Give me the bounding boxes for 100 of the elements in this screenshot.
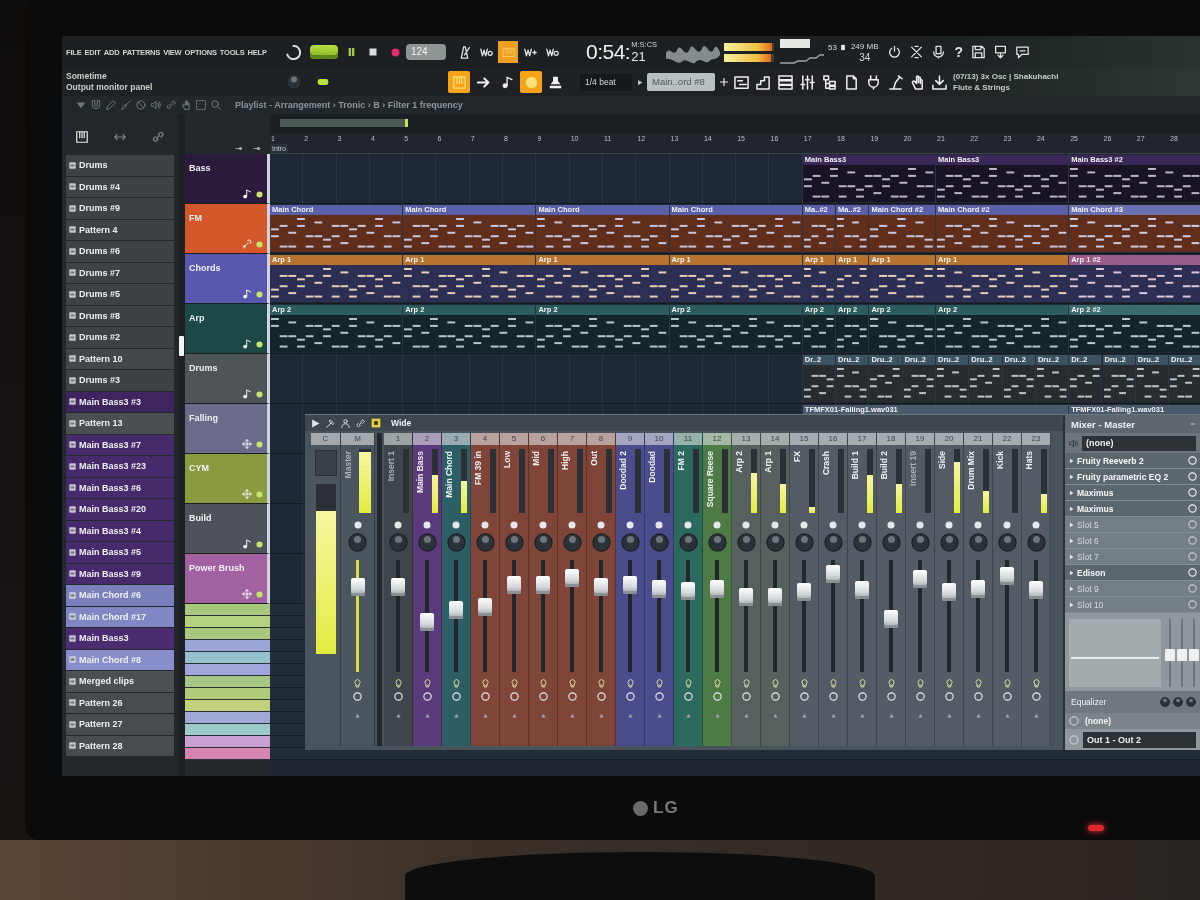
fader-thumb[interactable] <box>913 570 927 589</box>
pattern-item[interactable]: Merged clips <box>66 671 174 692</box>
pattern-item[interactable]: Pattern 26 <box>66 692 174 713</box>
pattern-item[interactable]: Main Bass3 #4 <box>66 520 174 541</box>
led-icon[interactable] <box>539 521 547 529</box>
triangle-up-icon[interactable] <box>626 713 634 718</box>
fader-thumb[interactable] <box>623 575 637 594</box>
hand-icon[interactable] <box>910 74 925 90</box>
bulb-icon[interactable] <box>915 678 925 688</box>
bulb-icon[interactable] <box>857 678 867 688</box>
pattern-item[interactable]: Pattern 10 <box>66 348 174 369</box>
triangle-up-icon[interactable] <box>568 713 576 718</box>
knob-icon[interactable] <box>736 533 756 552</box>
circle-slash-icon[interactable] <box>136 100 146 110</box>
pattern-item[interactable]: Main Bass3 #6 <box>66 477 174 498</box>
triangle-up-icon[interactable] <box>1032 713 1040 718</box>
led-icon[interactable] <box>256 340 263 348</box>
pattern-item[interactable]: Drums <box>66 155 174 176</box>
insert-number[interactable]: 6 <box>529 433 557 445</box>
track-header[interactable]: Drums <box>185 354 270 404</box>
pattern-item[interactable]: Drums #8 <box>66 305 174 326</box>
triangle-up-icon[interactable] <box>945 713 953 718</box>
knob-icon[interactable] <box>1160 697 1170 707</box>
fader-thumb[interactable] <box>391 577 405 596</box>
track-header[interactable]: FM <box>185 204 270 254</box>
pattern-item[interactable]: Main Bass3 #7 <box>66 434 174 455</box>
bulb-icon[interactable] <box>1031 678 1041 688</box>
knob-icon[interactable] <box>1186 697 1196 707</box>
arc-icon[interactable] <box>286 44 301 60</box>
stop-icon[interactable] <box>369 48 377 56</box>
toolbar-toggle[interactable] <box>520 71 542 93</box>
insert-number[interactable]: 16 <box>819 433 847 445</box>
bulb-icon[interactable] <box>770 678 780 688</box>
bulb-icon[interactable] <box>712 678 722 688</box>
led-icon[interactable] <box>771 521 779 529</box>
snap-field[interactable]: 1/4 beat <box>580 73 632 91</box>
triangle-up-icon[interactable] <box>800 713 808 718</box>
pattern-item[interactable]: Pattern 13 <box>66 413 174 434</box>
led-icon[interactable] <box>256 540 263 548</box>
effect-slot[interactable]: Maximus <box>1065 485 1200 501</box>
toolbar-toggle[interactable] <box>448 71 470 93</box>
playlist-icon[interactable] <box>734 74 749 90</box>
fader-thumb[interactable] <box>739 588 753 607</box>
knob-icon[interactable] <box>446 533 466 552</box>
led-icon[interactable] <box>1003 521 1011 529</box>
input-dropdown[interactable]: (none) <box>1082 435 1196 451</box>
knob-icon[interactable] <box>1173 697 1183 707</box>
fader-thumb[interactable] <box>797 582 811 601</box>
bulb-icon[interactable] <box>944 678 954 688</box>
knob-icon[interactable] <box>823 533 843 552</box>
pattern-item[interactable]: Main Bass3 #20 <box>66 499 174 520</box>
pencil-icon[interactable] <box>106 100 116 110</box>
pattern-item[interactable]: Main Bass3 #3 <box>66 391 174 412</box>
triangle-up-icon[interactable] <box>742 713 750 718</box>
knob-icon[interactable] <box>286 74 302 90</box>
channel-rack-icon[interactable] <box>778 74 793 90</box>
pattern-item[interactable]: Drums #9 <box>66 198 174 219</box>
fader-thumb[interactable] <box>350 577 365 596</box>
arrows-icon[interactable] <box>114 131 126 143</box>
insert-number[interactable]: 19 <box>906 433 934 445</box>
triangle-up-icon[interactable] <box>655 713 663 718</box>
triangle-up-icon[interactable] <box>394 713 402 718</box>
bulb-icon[interactable] <box>509 678 519 688</box>
scrollbar-thumb[interactable] <box>280 119 408 127</box>
zoom-icon[interactable] <box>211 100 221 110</box>
record-icon[interactable] <box>391 47 400 57</box>
bulb-icon[interactable] <box>353 678 362 688</box>
knob-icon[interactable] <box>348 533 367 552</box>
led-icon[interactable] <box>597 521 605 529</box>
knob-icon[interactable] <box>707 533 727 552</box>
led-icon[interactable] <box>481 521 489 529</box>
triangle-up-icon[interactable] <box>829 713 837 718</box>
plug-icon[interactable] <box>866 74 881 90</box>
bulb-icon[interactable] <box>393 678 403 688</box>
save-icon[interactable] <box>972 45 986 59</box>
pause-icon[interactable] <box>347 47 356 57</box>
microphone-icon[interactable] <box>932 45 946 59</box>
bulb-icon[interactable] <box>741 678 751 688</box>
fader-thumb[interactable] <box>942 582 956 601</box>
document-icon[interactable] <box>844 74 859 90</box>
insert-number[interactable]: 3 <box>442 433 470 445</box>
insert-number[interactable]: 14 <box>761 433 789 445</box>
pattern-item[interactable]: Pattern 4 <box>66 219 174 240</box>
scrollbar-thumb[interactable] <box>179 336 184 356</box>
triangle-up-icon[interactable] <box>887 713 895 718</box>
triangle-up-icon[interactable] <box>858 713 866 718</box>
fader-thumb[interactable] <box>565 569 579 588</box>
caret-right-icon[interactable] <box>637 78 643 86</box>
insert-number[interactable]: 8 <box>587 433 615 445</box>
bulb-icon[interactable] <box>538 678 548 688</box>
pattern-selector[interactable]: Main..ord #8 <box>647 73 715 91</box>
bulb-icon[interactable] <box>1002 678 1012 688</box>
knob-icon[interactable] <box>881 533 901 552</box>
help-button[interactable]: ? <box>954 44 964 60</box>
led-icon[interactable] <box>423 521 431 529</box>
triangle-up-icon[interactable] <box>684 713 692 718</box>
led-icon[interactable] <box>829 521 837 529</box>
triangle-up-icon[interactable] <box>539 713 547 718</box>
track-header[interactable]: Bass <box>185 154 270 204</box>
track-header[interactable]: Power Brush <box>185 554 270 604</box>
